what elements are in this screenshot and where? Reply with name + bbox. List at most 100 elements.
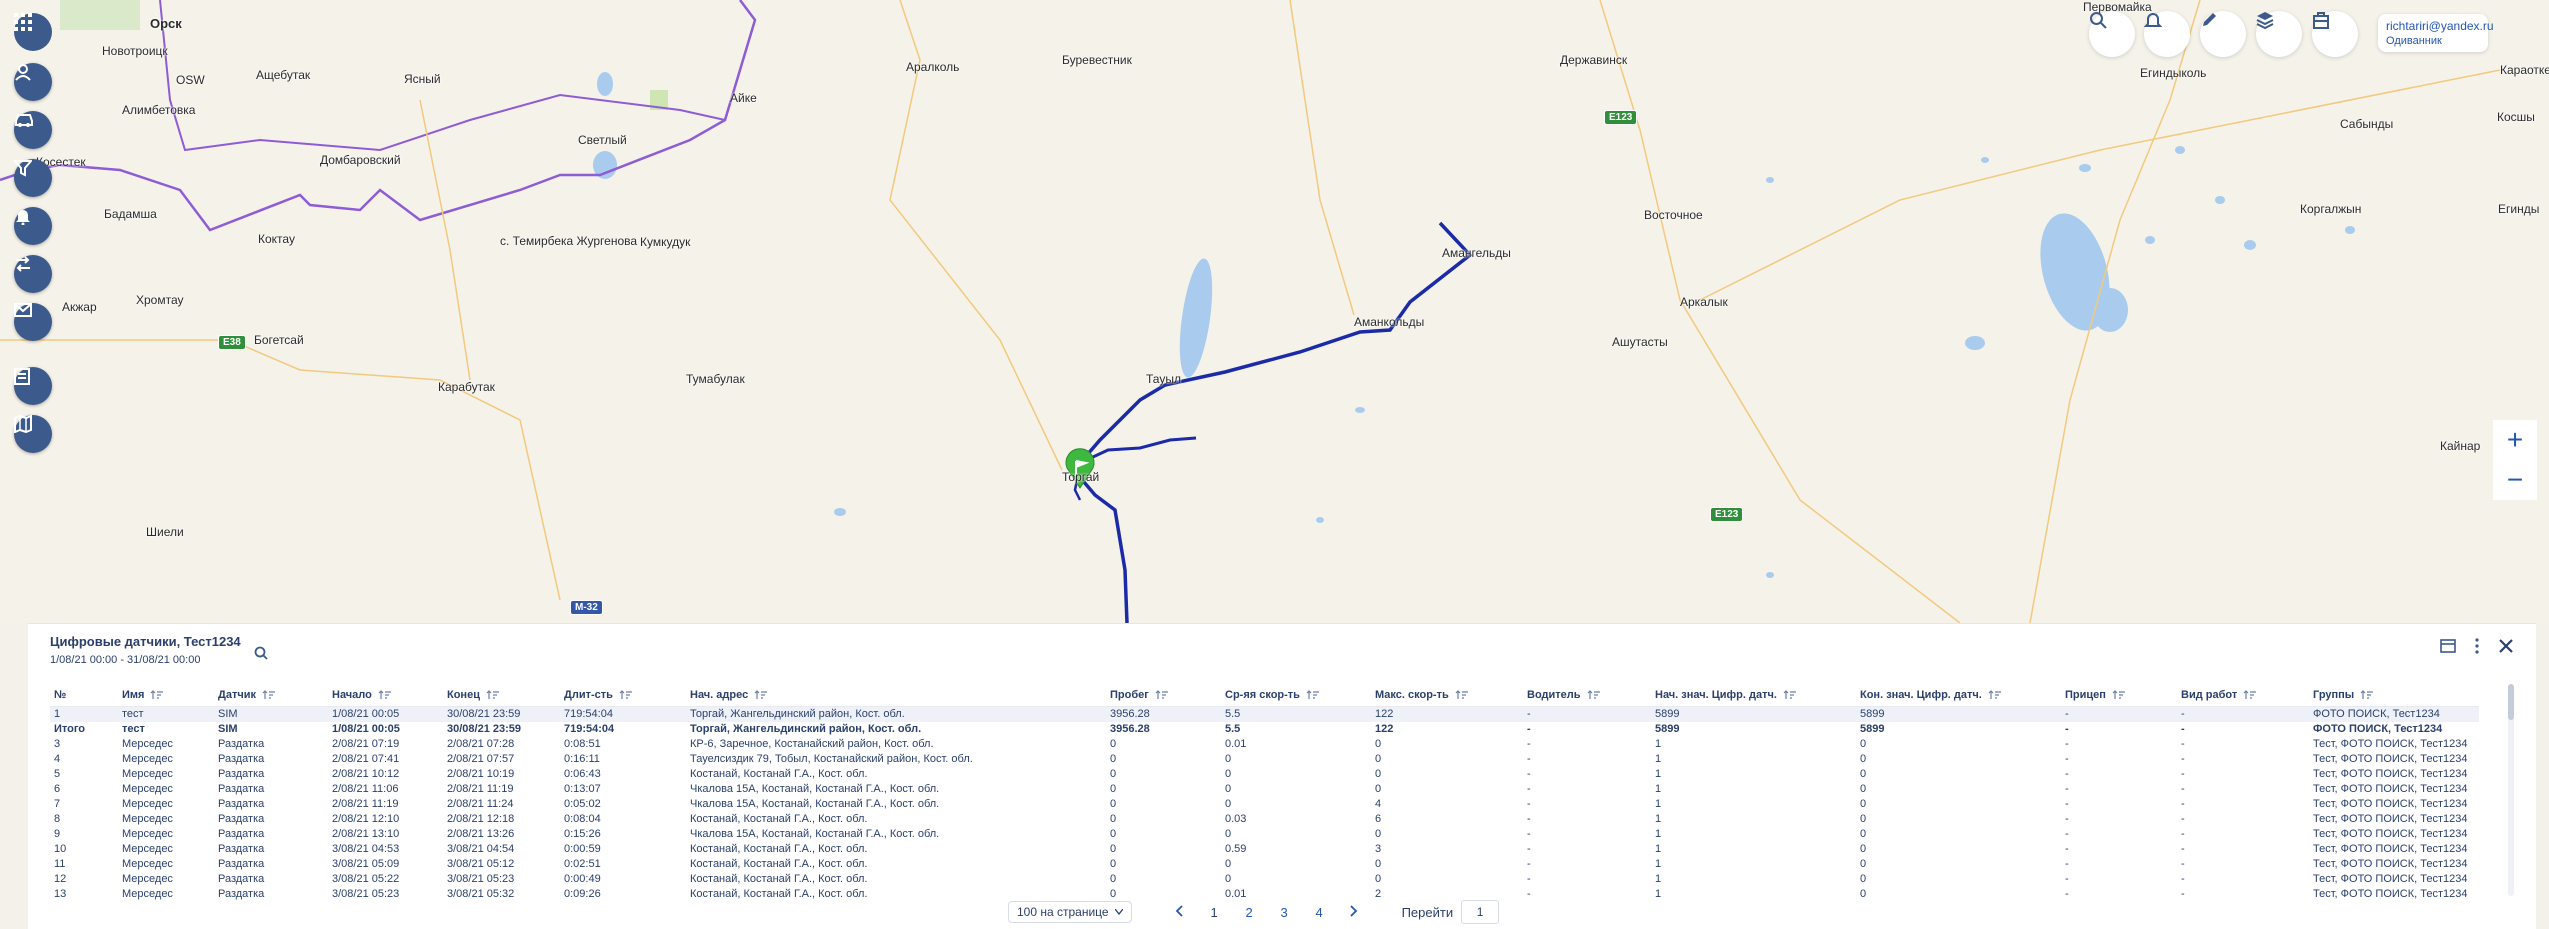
road [419, 99, 471, 381]
city-label: Коргалжын [2300, 202, 2362, 216]
track-line [1078, 221, 1473, 465]
layout-toggle-button[interactable] [2440, 639, 2456, 658]
table-row[interactable]: Итого тест SIM 1/08/21 00:05 30/08/21 23:59 7… [50, 722, 2479, 737]
filter-button[interactable] [14, 159, 52, 197]
table-row[interactable]: 10 Мерседес Раздатка 3/08/21 04:53 3/08/21 0… [50, 842, 2479, 857]
more-options-button[interactable] [2474, 638, 2480, 659]
alerts-button[interactable] [2144, 11, 2190, 57]
table-row[interactable]: 3 Мерседес Раздатка 2/08/21 07:19 2/08/21 07… [50, 737, 2479, 752]
sort-icon[interactable] [1988, 690, 2002, 700]
table-cell: - [2065, 753, 2069, 765]
table-cell: Раздатка [218, 798, 265, 810]
column-header[interactable]: Начало [328, 684, 443, 707]
sort-icon[interactable] [378, 690, 392, 700]
zoom-in-button[interactable]: + [2493, 420, 2537, 460]
user-menu[interactable]: richtariri@yandex.ru Одиванник [2378, 14, 2494, 52]
table-cell: Раздатка [218, 873, 265, 885]
table-cell: - [2065, 888, 2069, 900]
layers-button[interactable] [2256, 11, 2302, 57]
table-row[interactable]: 6 Мерседес Раздатка 2/08/21 11:06 2/08/21 11… [50, 782, 2479, 797]
column-header[interactable]: Конец [443, 684, 560, 707]
column-header[interactable]: Прицеп [2061, 684, 2177, 707]
sort-icon[interactable] [1783, 690, 1797, 700]
table-row[interactable]: 12 Мерседес Раздатка 3/08/21 05:22 3/08/21 0… [50, 872, 2479, 887]
page-number-button[interactable]: 2 [1232, 905, 1267, 920]
column-header[interactable]: Нач. знач. Цифр. датч. [1651, 684, 1856, 707]
sort-icon[interactable] [2360, 690, 2374, 700]
lake [2175, 146, 2185, 154]
column-header[interactable]: Пробег [1106, 684, 1221, 707]
car-icon [15, 114, 33, 127]
sort-icon[interactable] [754, 690, 768, 700]
scrollbar-thumb[interactable] [2508, 684, 2514, 720]
table-cell: Раздатка [218, 738, 265, 750]
sort-icon[interactable] [2112, 690, 2126, 700]
sort-icon[interactable] [262, 690, 276, 700]
table-cell: 0 [1225, 783, 1232, 795]
draw-button[interactable] [2200, 11, 2246, 57]
vehicles-button[interactable] [14, 111, 52, 149]
table-cell: - [2181, 858, 2185, 870]
table-cell: Мерседес [122, 783, 173, 795]
search-button[interactable] [2089, 11, 2135, 57]
column-header[interactable]: Длит-сть [560, 684, 686, 707]
table-row[interactable]: 1 тест SIM 1/08/21 00:05 30/08/21 23:59 719:5… [50, 706, 2479, 722]
table-row[interactable]: 5 Мерседес Раздатка 2/08/21 10:12 2/08/21 10… [50, 767, 2479, 782]
city-label: Кумкудук [640, 235, 691, 249]
table-cell: 1 [1655, 798, 1662, 810]
table-cell: тест [118, 706, 214, 722]
column-header[interactable]: Макс. скор-ть [1371, 684, 1523, 707]
transfer-button[interactable] [14, 255, 52, 293]
sort-icon[interactable] [486, 690, 500, 700]
table-row[interactable]: 11 Мерседес Раздатка 3/08/21 05:09 3/08/21 0… [50, 857, 2479, 872]
table-cell: 3/08/21 04:53 [332, 843, 400, 855]
table-cell: Раздатка [218, 768, 265, 780]
city-label: Орск [150, 16, 182, 31]
column-header[interactable]: Ср-яя скор-ть [1221, 684, 1371, 707]
sort-icon[interactable] [1455, 690, 1469, 700]
column-header[interactable]: Нач. адрес [686, 684, 1106, 707]
column-header[interactable]: Датчик [214, 684, 328, 707]
table-row[interactable]: 9 Мерседес Раздатка 2/08/21 13:10 2/08/21 13… [50, 827, 2479, 842]
column-header[interactable]: Группы [2309, 684, 2479, 707]
table-cell: - [1527, 768, 1531, 780]
column-header[interactable]: Водитель [1523, 684, 1651, 707]
sort-icon[interactable] [150, 690, 164, 700]
table-cell: - [1527, 888, 1531, 900]
page-number-button[interactable]: 4 [1302, 905, 1337, 920]
track-line [1076, 473, 1129, 623]
column-header[interactable]: Кон. знач. Цифр. датч. [1856, 684, 2061, 707]
sort-icon[interactable] [1306, 690, 1320, 700]
page-number-button[interactable]: 1 [1197, 905, 1232, 920]
sort-icon[interactable] [1155, 690, 1169, 700]
goto-page-input[interactable] [1461, 900, 1500, 924]
per-page-select[interactable]: 100 на странице [1008, 901, 1132, 923]
table-row[interactable]: 8 Мерседес Раздатка 2/08/21 12:10 2/08/21 12… [50, 812, 2479, 827]
sort-icon[interactable] [619, 690, 633, 700]
apps-grid-button[interactable] [14, 13, 52, 51]
objects-button[interactable] [2312, 11, 2358, 57]
panel-search-button[interactable] [250, 642, 272, 664]
table-scrollbar[interactable] [2508, 684, 2514, 896]
user-button[interactable] [14, 63, 52, 101]
table-row[interactable]: 7 Мерседес Раздатка 2/08/21 11:19 2/08/21 11… [50, 797, 2479, 812]
prev-page-button[interactable] [1162, 904, 1197, 920]
close-panel-button[interactable] [2498, 638, 2514, 659]
page-number-button[interactable]: 3 [1267, 905, 1302, 920]
table-cell: 2/08/21 12:10 [332, 813, 400, 825]
user-email: richtariri@yandex.ru [2386, 19, 2494, 33]
map-view[interactable]: Орск Новотроицк OSW Ащебутак Ясный Айке Алимбе… [0, 0, 2549, 623]
geozones-button[interactable] [14, 415, 52, 453]
column-header[interactable]: Вид работ [2177, 684, 2309, 707]
reports-button[interactable] [14, 367, 52, 405]
sort-icon[interactable] [2243, 690, 2257, 700]
zoom-out-button[interactable]: − [2493, 460, 2537, 500]
next-page-button[interactable] [1337, 904, 1372, 920]
notifications-button[interactable] [14, 207, 52, 245]
sort-icon[interactable] [1587, 690, 1601, 700]
messages-button[interactable] [14, 303, 52, 341]
table-cell: - [2181, 768, 2185, 780]
column-header[interactable]: № [50, 684, 118, 707]
column-header[interactable]: Имя [118, 684, 214, 707]
table-row[interactable]: 4 Мерседес Раздатка 2/08/21 07:41 2/08/21 07… [50, 752, 2479, 767]
